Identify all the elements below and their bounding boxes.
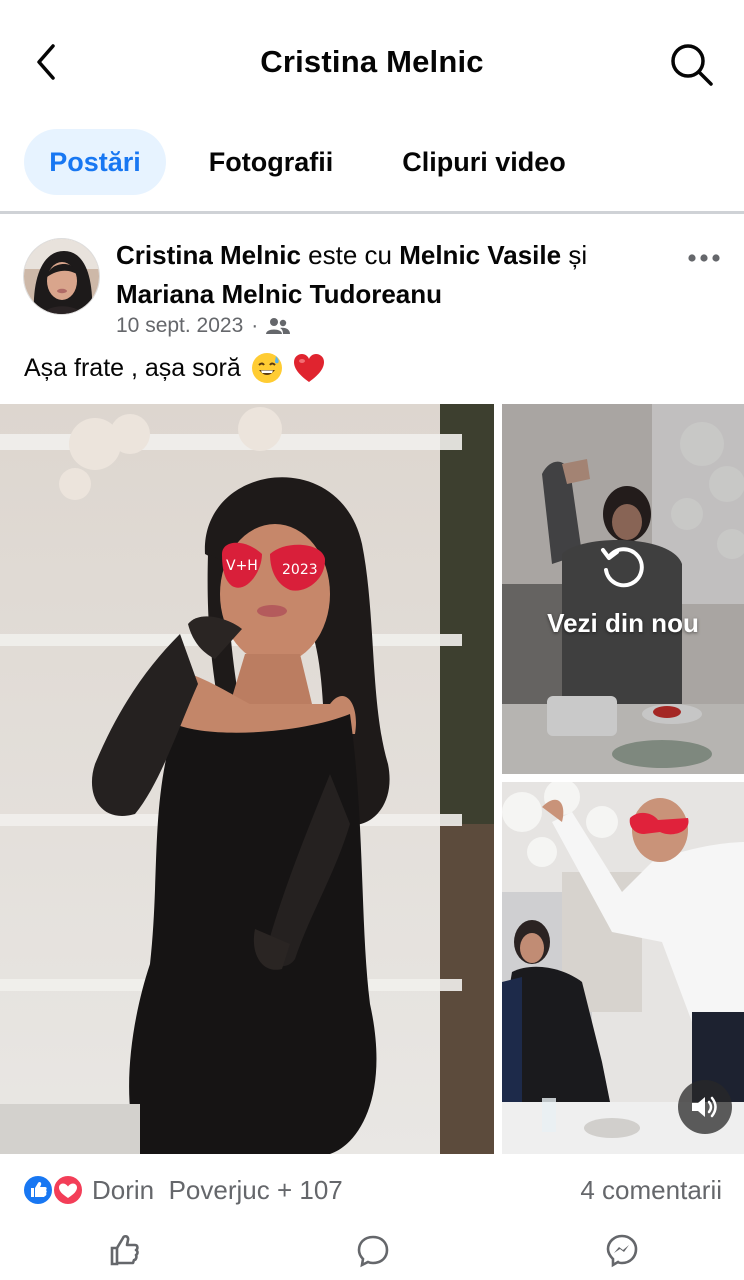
post-photo-main[interactable]: 2023 V+H — [0, 404, 494, 1154]
search-icon — [671, 44, 713, 86]
post-photo-secondary[interactable] — [502, 782, 744, 1154]
tab-photos[interactable]: Fotografii — [190, 129, 352, 195]
author-name-link[interactable]: Cristina Melnic — [116, 240, 301, 270]
reaction-icons[interactable] — [22, 1174, 86, 1206]
tagged-user-link-1[interactable]: Melnic Vasile — [399, 240, 561, 270]
replay-overlay[interactable]: Vezi din nou — [502, 404, 744, 774]
love-icon — [52, 1174, 84, 1206]
replay-icon — [601, 546, 644, 587]
send-message-button[interactable] — [600, 1232, 644, 1276]
reaction-names[interactable]: Dorin Poverjuc + 107 — [92, 1175, 343, 1206]
post-media-grid: 2023 V+H Vezi din nou — [0, 404, 744, 1154]
sound-toggle-button[interactable] — [678, 1080, 732, 1134]
grinning-sweat-emoji-icon — [251, 353, 282, 383]
post-header: Cristina Melnic este cu Melnic Vasile și… — [0, 214, 744, 344]
caption-text: Așa frate , așa soră — [24, 353, 241, 382]
tab-videos[interactable]: Clipuri video — [384, 129, 584, 195]
reactions-summary: Dorin Poverjuc + 107 4 comentarii — [0, 1158, 744, 1224]
red-heart-emoji-icon — [293, 354, 324, 382]
post-action-bar — [0, 1228, 744, 1280]
avatar[interactable] — [23, 238, 100, 315]
search-button[interactable] — [664, 40, 718, 88]
comment-button[interactable] — [351, 1232, 395, 1276]
svg-text:V+H: V+H — [226, 558, 258, 574]
post-author-line: Cristina Melnic este cu Melnic Vasile și… — [116, 236, 656, 314]
comments-count[interactable]: 4 comentarii — [580, 1175, 722, 1206]
tagged-user-link-2[interactable]: Mariana Melnic Tudoreanu — [116, 279, 442, 309]
replay-label[interactable]: Vezi din nou — [547, 608, 699, 639]
svg-text:2023: 2023 — [282, 562, 318, 578]
friends-icon — [266, 318, 291, 334]
post-video-thumbnail[interactable]: Vezi din nou — [502, 404, 744, 774]
speaker-icon — [692, 1096, 717, 1118]
like-button[interactable] — [102, 1232, 146, 1276]
meta-separator: · — [251, 314, 259, 337]
post-options-button[interactable] — [684, 244, 724, 272]
profile-tabs: Postări Fotografii Clipuri video — [0, 125, 744, 213]
comment-icon — [357, 1235, 389, 1268]
top-bar: Cristina Melnic — [0, 0, 744, 125]
post-date[interactable]: 10 sept. 2023 — [116, 314, 243, 338]
more-horizontal-icon — [688, 254, 720, 262]
post-caption: Așa frate , așa soră — [24, 352, 325, 384]
page-title: Cristina Melnic — [260, 44, 484, 79]
messenger-icon — [606, 1234, 638, 1268]
like-icon — [22, 1174, 54, 1206]
and-text: și — [561, 240, 588, 270]
thumbs-up-icon — [110, 1234, 139, 1266]
tab-posts[interactable]: Postări — [24, 129, 166, 195]
with-text: este cu — [300, 240, 400, 270]
post-meta: 10 sept. 2023 · — [116, 314, 291, 338]
